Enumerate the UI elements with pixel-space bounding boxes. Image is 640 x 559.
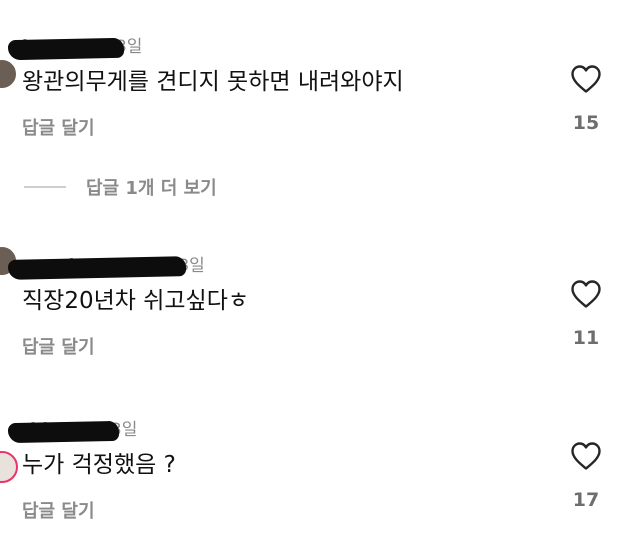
- like-count: 11: [572, 327, 600, 349]
- avatar[interactable]: [0, 451, 18, 483]
- avatar[interactable]: [0, 58, 18, 90]
- heart-outline-icon[interactable]: [570, 441, 602, 471]
- like-count: 15: [572, 112, 600, 134]
- username[interactable]: tjdqjaaos: [7, 420, 120, 444]
- like-count: 17: [572, 489, 600, 511]
- reply-button[interactable]: 답글 달기: [22, 333, 95, 359]
- redaction-scribble: [7, 256, 187, 280]
- redaction-scribble: [7, 420, 120, 444]
- username[interactable]: sungjoon777ace: [7, 256, 187, 280]
- comment-text: 왕관의무게를 견디지 못하면 내려와야지: [22, 69, 404, 95]
- reply-button[interactable]: 답글 달기: [22, 497, 95, 523]
- heart-outline-icon[interactable]: [570, 279, 602, 309]
- redaction-scribble: [7, 37, 125, 61]
- reply-button[interactable]: 답글 달기: [22, 114, 95, 140]
- divider-line: [24, 186, 66, 188]
- like-control: 15: [560, 64, 612, 134]
- heart-outline-icon[interactable]: [570, 64, 602, 94]
- comment-meta: sungjoon777ace 3일: [7, 251, 205, 280]
- comment-meta: tjdqjaaos 3일: [7, 415, 137, 444]
- like-control: 17: [560, 441, 612, 511]
- username[interactable]: hye401jin: [7, 37, 125, 61]
- comment-text: 직장20년차 쉬고싶다ㅎ: [22, 288, 250, 314]
- comment-text: 누가 걱정했음 ?: [22, 452, 176, 478]
- comment-meta: hye401jin 3일: [7, 32, 142, 61]
- like-control: 11: [560, 279, 612, 349]
- view-more-replies-label: 답글 1개 더 보기: [86, 178, 217, 199]
